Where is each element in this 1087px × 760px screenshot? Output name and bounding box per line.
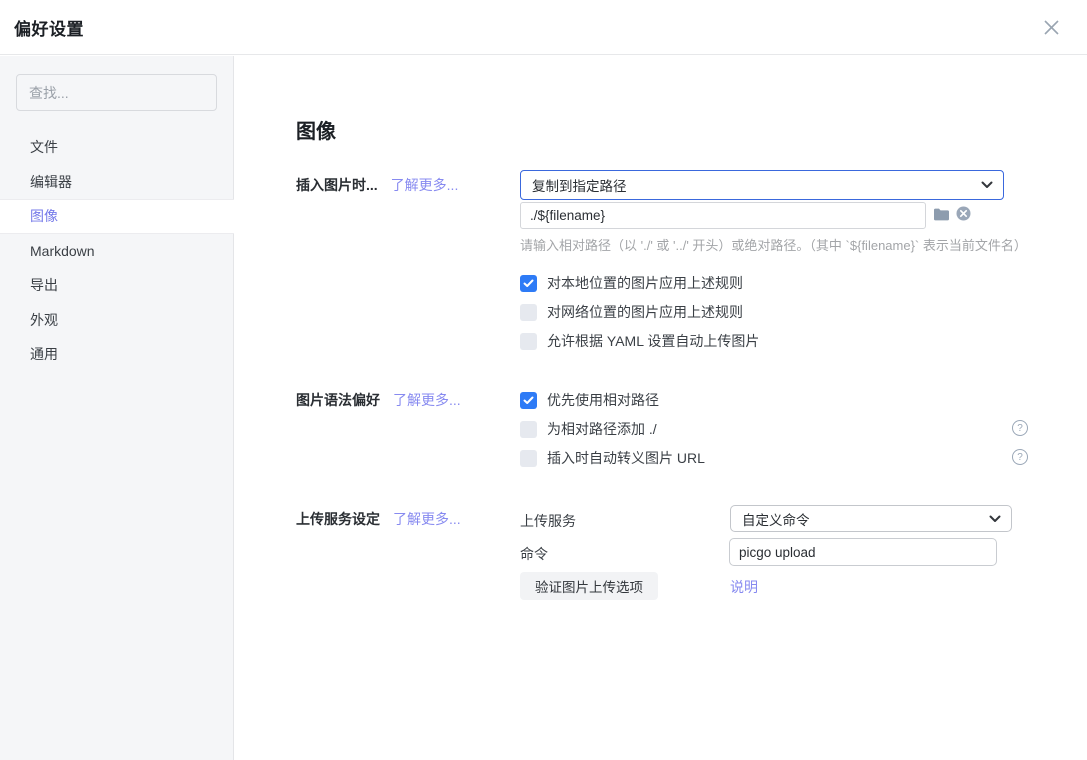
page-title: 图像	[296, 115, 336, 144]
search-input[interactable]	[16, 74, 217, 111]
chevron-down-icon	[981, 181, 993, 189]
image-syntax-label: 图片语法偏好	[296, 390, 380, 410]
upload-service-value: 自定义命令	[742, 509, 810, 529]
checkbox-prefer-relative-path[interactable]: 优先使用相对路径	[520, 390, 659, 410]
checkbox-unchecked-icon	[520, 421, 537, 438]
chevron-down-icon	[989, 515, 1001, 523]
clear-path-icon[interactable]	[956, 206, 971, 221]
checkbox-label: 对本地位置的图片应用上述规则	[547, 273, 743, 293]
titlebar: 偏好设置	[0, 0, 1087, 55]
sidebar-item-image[interactable]: 图像	[0, 199, 234, 234]
insert-image-learn-more-link[interactable]: 了解更多...	[391, 175, 459, 195]
upload-service-label: 上传服务设定	[296, 509, 380, 529]
insert-image-mode-select[interactable]: 复制到指定路径	[520, 170, 1004, 200]
checkbox-yaml-auto-upload[interactable]: 允许根据 YAML 设置自动上传图片	[520, 331, 759, 351]
sidebar-item-export[interactable]: 导出	[0, 268, 234, 303]
checkbox-add-dot-slash[interactable]: 为相对路径添加 ./	[520, 419, 657, 439]
checkbox-unchecked-icon	[520, 304, 537, 321]
checkbox-label: 对网络位置的图片应用上述规则	[547, 302, 743, 322]
sidebar-item-label: 图像	[30, 206, 58, 226]
checkbox-label: 优先使用相对路径	[547, 390, 659, 410]
upload-service-learn-more-link[interactable]: 了解更多...	[393, 509, 461, 529]
checkbox-apply-local-images[interactable]: 对本地位置的图片应用上述规则	[520, 273, 743, 293]
checkbox-label: 插入时自动转义图片 URL	[547, 448, 705, 468]
verify-upload-button[interactable]: 验证图片上传选项	[520, 572, 658, 600]
insert-image-mode-value: 复制到指定路径	[532, 175, 627, 195]
folder-browse-icon[interactable]	[933, 207, 950, 222]
sidebar-item-general[interactable]: 通用	[0, 337, 234, 372]
image-syntax-learn-more-link[interactable]: 了解更多...	[393, 390, 461, 410]
upload-service-section-header: 上传服务设定 了解更多...	[296, 509, 461, 529]
sidebar-item-label: Markdown	[30, 243, 95, 259]
sidebar-item-label: 通用	[30, 344, 58, 364]
checkbox-unchecked-icon	[520, 333, 537, 350]
checkbox-label: 为相对路径添加 ./	[547, 419, 657, 439]
insert-image-section-header: 插入图片时... 了解更多...	[296, 175, 458, 195]
copy-path-input[interactable]	[520, 202, 926, 229]
help-icon[interactable]: ?	[1012, 420, 1028, 436]
window-title: 偏好设置	[14, 15, 84, 40]
checkbox-apply-web-images[interactable]: 对网络位置的图片应用上述规则	[520, 302, 743, 322]
sidebar-nav: 文件 编辑器 图像 Markdown 导出 外观 通用	[0, 130, 234, 372]
sidebar: 文件 编辑器 图像 Markdown 导出 外观 通用	[0, 56, 234, 760]
sidebar-item-label: 文件	[30, 137, 58, 157]
sidebar-item-markdown[interactable]: Markdown	[0, 234, 234, 269]
close-icon[interactable]	[1039, 15, 1063, 39]
insert-image-label: 插入图片时...	[296, 175, 378, 195]
sidebar-item-file[interactable]: 文件	[0, 130, 234, 165]
checkbox-unchecked-icon	[520, 450, 537, 467]
upload-service-select[interactable]: 自定义命令	[730, 505, 1012, 532]
path-hint-text: 请输入相对路径（以 './' 或 '../' 开头）或绝对路径。（其中 `${f…	[520, 235, 1027, 254]
sidebar-item-appearance[interactable]: 外观	[0, 303, 234, 338]
checkbox-checked-icon	[520, 392, 537, 409]
command-field-label: 命令	[520, 544, 548, 564]
upload-doc-link[interactable]: 说明	[730, 577, 758, 597]
help-icon[interactable]: ?	[1012, 449, 1028, 465]
checkbox-auto-escape-url[interactable]: 插入时自动转义图片 URL	[520, 448, 705, 468]
image-syntax-section-header: 图片语法偏好 了解更多...	[296, 390, 461, 410]
sidebar-item-label: 编辑器	[30, 172, 72, 192]
preferences-window: 偏好设置 文件 编辑器 图像 Markdown 导出	[0, 0, 1087, 760]
sidebar-item-label: 导出	[30, 275, 58, 295]
checkbox-label: 允许根据 YAML 设置自动上传图片	[547, 331, 759, 351]
checkbox-checked-icon	[520, 275, 537, 292]
settings-panel: 图像 插入图片时... 了解更多... 复制到指定路径 请输入相对路径（	[235, 56, 1087, 760]
upload-service-field-label: 上传服务	[520, 511, 576, 531]
sidebar-item-editor[interactable]: 编辑器	[0, 165, 234, 200]
sidebar-item-label: 外观	[30, 310, 58, 330]
upload-command-input[interactable]	[729, 538, 997, 566]
